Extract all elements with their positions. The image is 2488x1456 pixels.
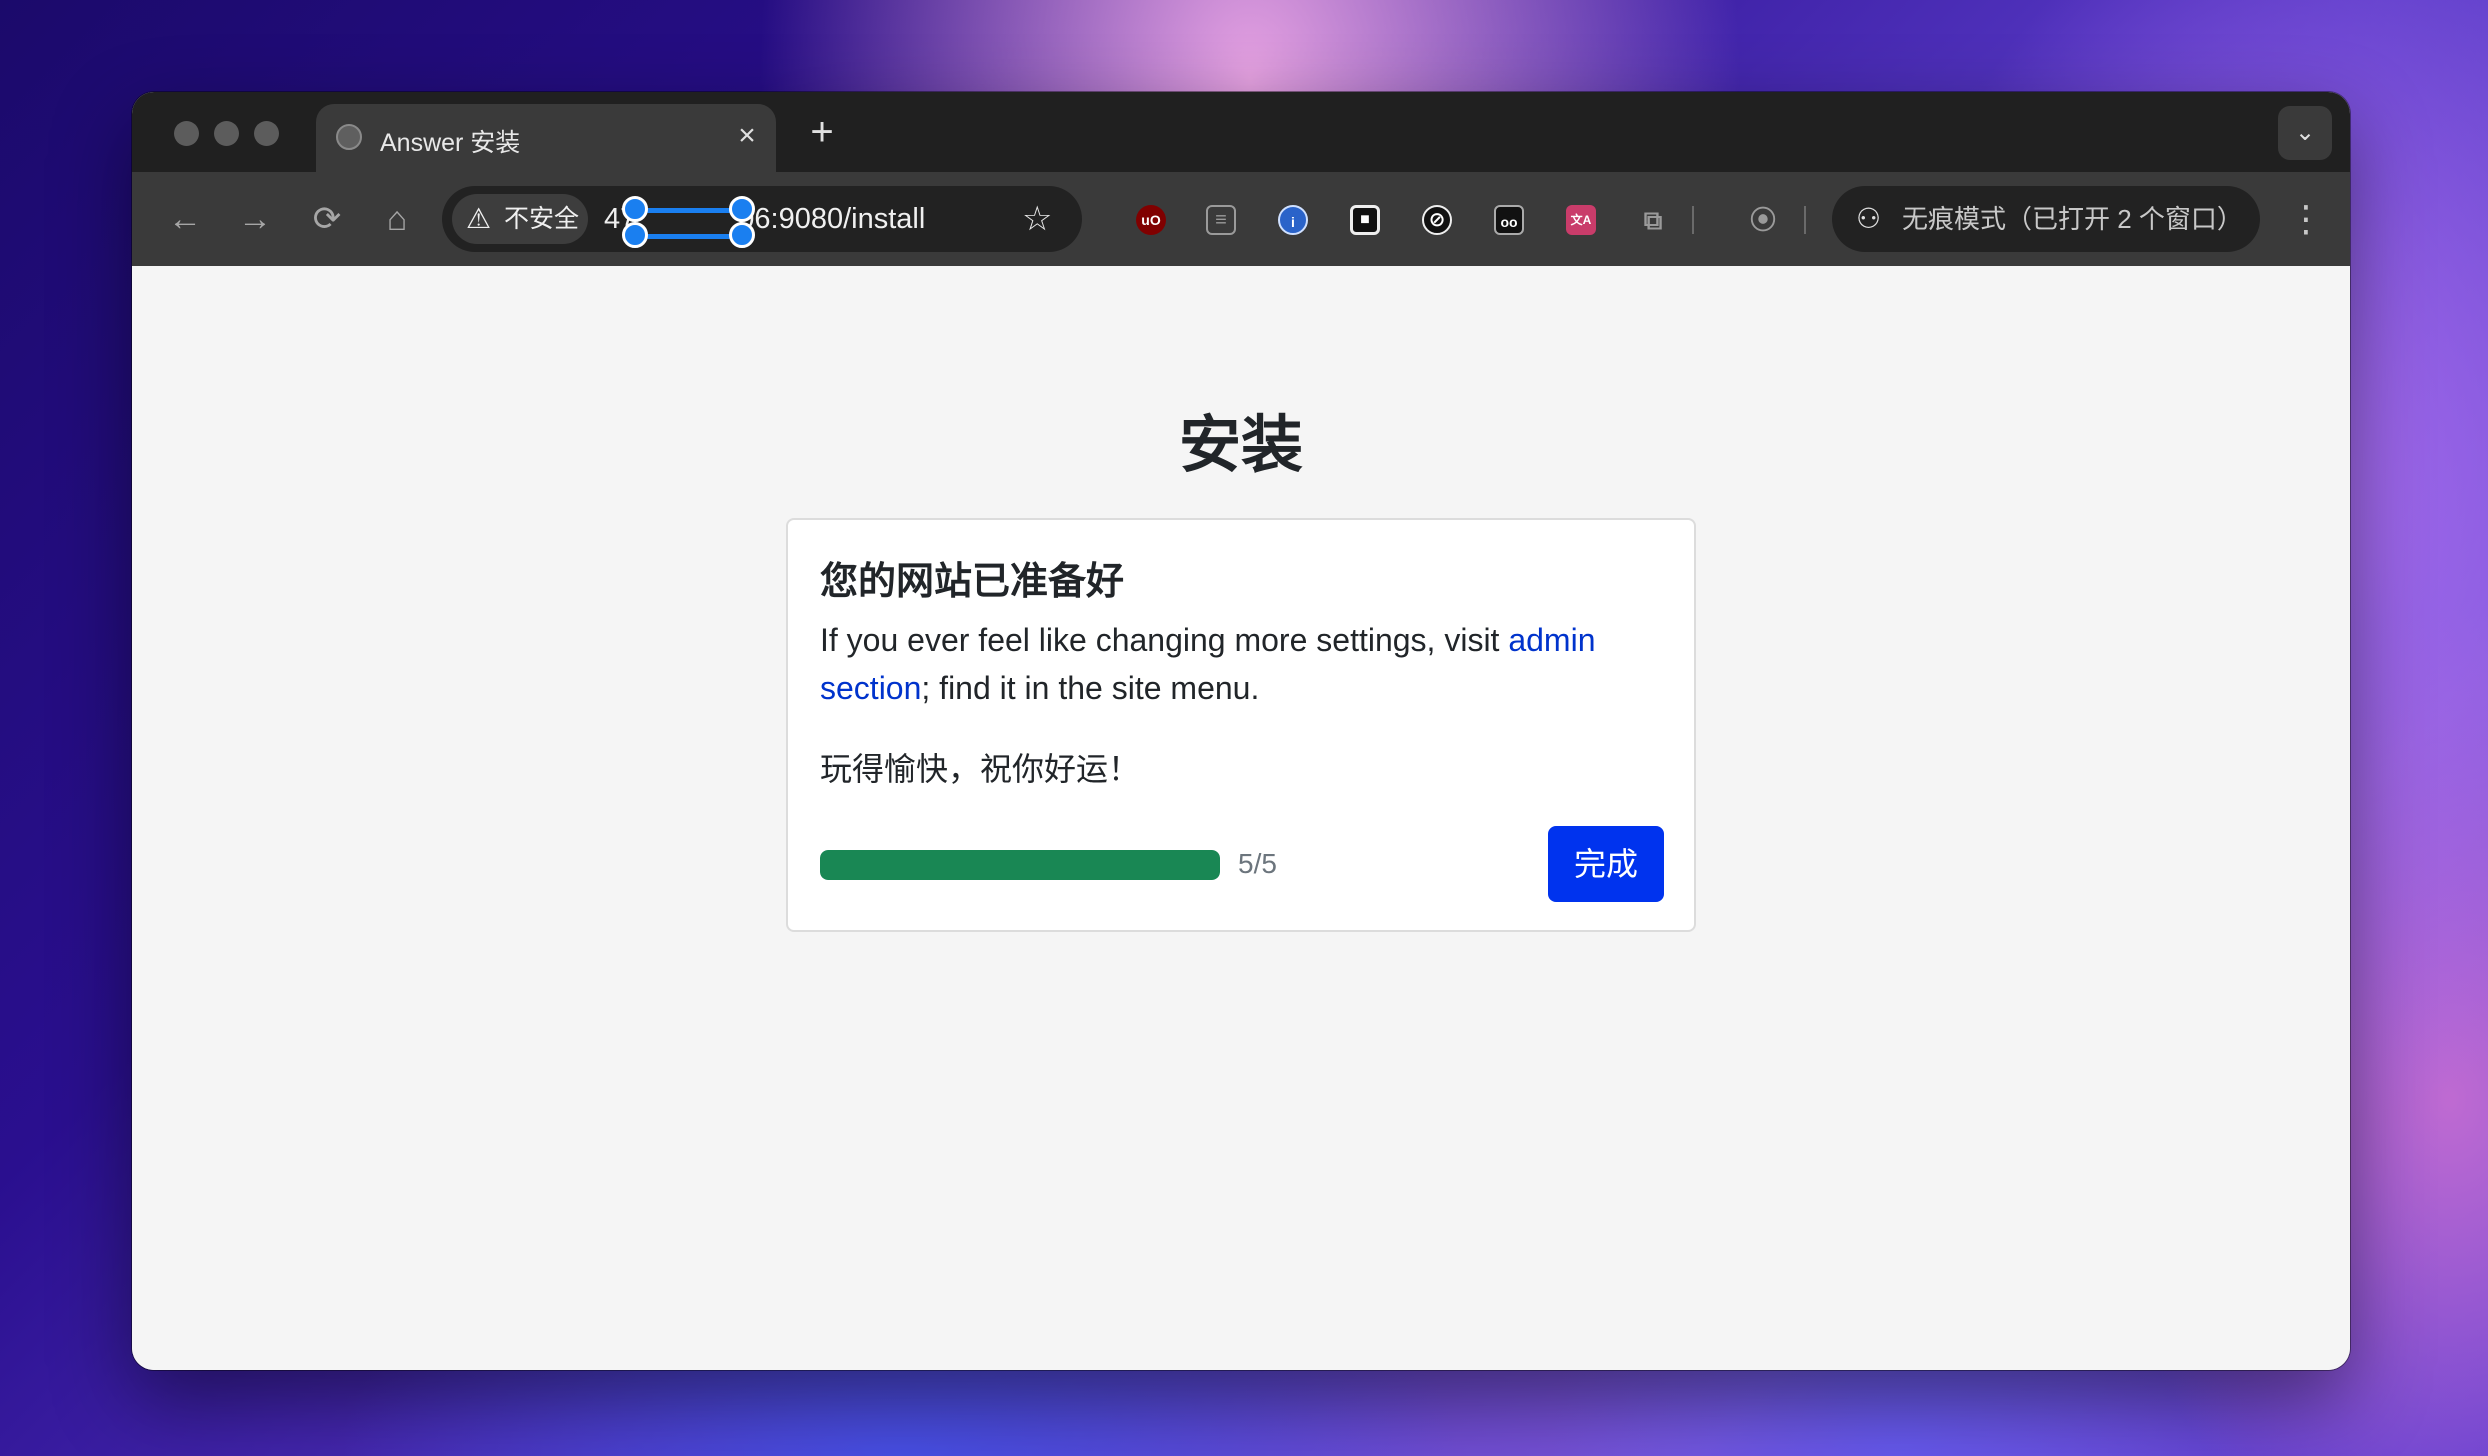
done-button[interactable]: 完成 <box>1548 826 1664 902</box>
selection-bar-top <box>634 208 742 213</box>
tab-close-icon[interactable]: × <box>732 116 762 156</box>
toolbar-separator <box>1692 206 1694 234</box>
browser-menu-icon[interactable]: ⋮ <box>2288 194 2324 244</box>
progress-step-label: 5/5 <box>1238 848 1277 879</box>
toolbar: ← → ⟳ ⌂ ⚠ 不安全 47 06:9080/install ☆ uO ≡ i… <box>132 172 2350 266</box>
translate-icon[interactable]: 文A <box>1566 205 1596 235</box>
install-complete-card: 您的网站已准备好 If you ever feel like changing … <box>786 518 1696 932</box>
description-text: If you ever feel like changing more sett… <box>820 622 1509 658</box>
warning-icon: ⚠ <box>466 203 492 234</box>
security-status-chip[interactable]: ⚠ 不安全 <box>452 194 588 244</box>
window-zoom-button[interactable] <box>254 121 279 146</box>
good-luck-text: 玩得愉快，祝你好运！ <box>820 751 1141 787</box>
card-heading: 您的网站已准备好 <box>820 561 1125 603</box>
bookmark-star-icon[interactable]: ☆ <box>1022 186 1052 252</box>
home-button[interactable]: ⌂ <box>372 194 422 244</box>
tab-answer-install[interactable]: Answer 安装 × <box>316 104 776 172</box>
tab-title: Answer 安装 <box>380 129 521 157</box>
selection-handle-bottom-left[interactable] <box>622 222 648 248</box>
block-icon[interactable]: ⊘ <box>1422 205 1452 235</box>
page-title: 安装 <box>1178 411 1303 480</box>
password-manager-icon[interactable]: i <box>1278 205 1308 235</box>
tab-search-dropdown-icon[interactable]: ⌄ <box>2278 106 2332 160</box>
window-minimize-button[interactable] <box>214 121 239 146</box>
url-text[interactable]: 47 06:9080/install <box>604 186 925 252</box>
tab-bar: Answer 安装 × + ⌄ <box>132 92 2350 172</box>
card-description: If you ever feel like changing more sett… <box>820 616 1660 712</box>
selection-handle-top-right[interactable] <box>729 196 755 222</box>
security-label: 不安全 <box>504 205 580 233</box>
selection-bar-bottom <box>634 234 742 239</box>
install-progress-bar <box>820 850 1220 880</box>
address-bar[interactable]: ⚠ 不安全 47 06:9080/install ☆ <box>442 186 1082 252</box>
globe-icon <box>336 124 362 150</box>
reader-icon[interactable]: ≡ <box>1206 205 1236 235</box>
window-close-button[interactable] <box>174 121 199 146</box>
incognito-indicator[interactable]: ⚇ 无痕模式（已打开 2 个窗口） <box>1832 186 2260 252</box>
url-suffix: 06:9080/install <box>738 203 926 235</box>
toolbar-separator <box>1804 206 1806 234</box>
selection-handle-bottom-right[interactable] <box>729 222 755 248</box>
new-tab-button[interactable]: + <box>802 110 842 154</box>
square-stop-icon[interactable]: ■ <box>1350 205 1380 235</box>
selection-handle-top-left[interactable] <box>622 196 648 222</box>
incognito-label: 无痕模式（已打开 2 个窗口） <box>1902 204 2243 234</box>
incognito-icon: ⚇ <box>1856 203 1882 234</box>
glasses-icon[interactable]: oo <box>1494 205 1524 235</box>
browser-window: Answer 安装 × + ⌄ ← → ⟳ ⌂ ⚠ 不安全 47 06:9080/… <box>132 92 2350 1370</box>
reload-button[interactable]: ⟳ <box>302 194 352 244</box>
forward-button[interactable]: → <box>230 194 280 244</box>
ublock-origin-icon[interactable]: uO <box>1136 205 1166 235</box>
progress-fill <box>820 850 1220 880</box>
extensions-puzzle-icon[interactable]: ⧉ <box>1638 205 1668 235</box>
page-content: 安装 您的网站已准备好 If you ever feel like changi… <box>132 266 2350 1370</box>
description-text-after: ; find it in the site menu. <box>921 670 1260 706</box>
back-button[interactable]: ← <box>160 194 210 244</box>
screenshot-icon[interactable]: ⦿ <box>1748 205 1778 235</box>
